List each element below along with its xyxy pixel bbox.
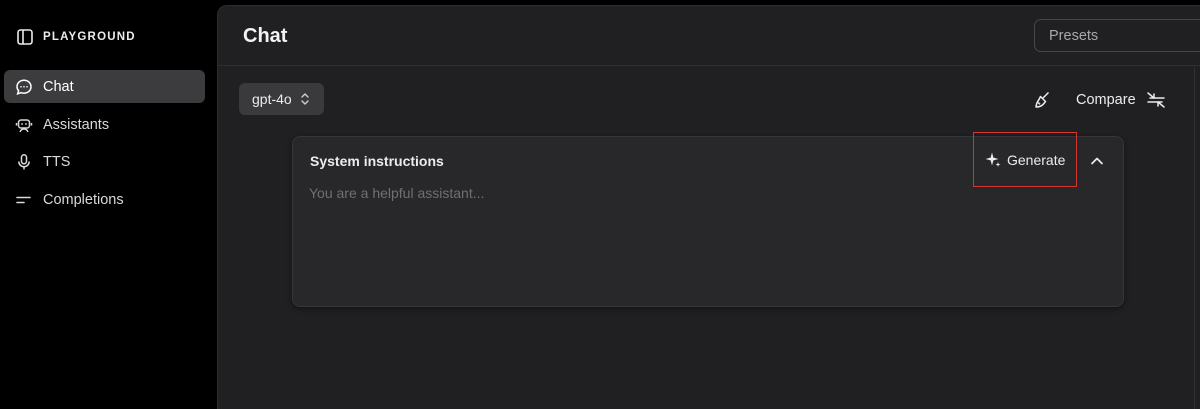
sidebar-item-assistants[interactable]: Assistants (4, 108, 205, 141)
sidebar-panel-icon[interactable] (16, 28, 34, 46)
sidebar: PLAYGROUND Chat Assistants TTS Completio… (0, 0, 216, 409)
broom-icon[interactable] (1032, 90, 1052, 110)
sidebar-item-tts[interactable]: TTS (4, 145, 205, 178)
system-instructions-card: System instructions Generate (292, 132, 1124, 307)
brand-title: PLAYGROUND (43, 31, 136, 43)
page-title: Chat (243, 25, 288, 47)
main-panel: Chat gpt-4o Compare (217, 5, 1200, 409)
compare-button[interactable]: Compare (1076, 89, 1166, 111)
sidebar-item-label: Completions (43, 191, 124, 208)
vertical-divider (1194, 67, 1195, 409)
sparkle-icon (984, 151, 1002, 169)
text-lines-icon (15, 191, 33, 209)
page-header: Chat (218, 6, 1200, 66)
compare-label: Compare (1076, 92, 1136, 108)
model-select[interactable]: gpt-4o (239, 83, 324, 115)
sidebar-item-label: Chat (43, 78, 74, 95)
model-select-value: gpt-4o (252, 91, 292, 107)
presets-select[interactable] (1034, 19, 1200, 52)
sidebar-item-completions[interactable]: Completions (4, 183, 205, 216)
playground-app: PLAYGROUND Chat Assistants TTS Completio… (0, 0, 1200, 409)
sidebar-item-label: Assistants (43, 116, 110, 133)
compare-arrows-icon (1146, 90, 1166, 110)
generate-label: Generate (1007, 151, 1066, 168)
chat-bubble-icon (15, 78, 33, 96)
generate-button[interactable]: Generate (973, 132, 1077, 187)
brand[interactable]: PLAYGROUND (16, 27, 136, 47)
robot-icon (15, 116, 33, 134)
microphone-icon (15, 153, 33, 171)
sidebar-item-chat[interactable]: Chat (4, 70, 205, 103)
chevron-up-down-icon (299, 92, 311, 106)
chevron-up-icon[interactable] (1089, 153, 1105, 169)
system-instructions-input[interactable] (309, 185, 1109, 295)
system-instructions-title: System instructions (310, 153, 444, 169)
sidebar-item-label: TTS (43, 153, 71, 170)
